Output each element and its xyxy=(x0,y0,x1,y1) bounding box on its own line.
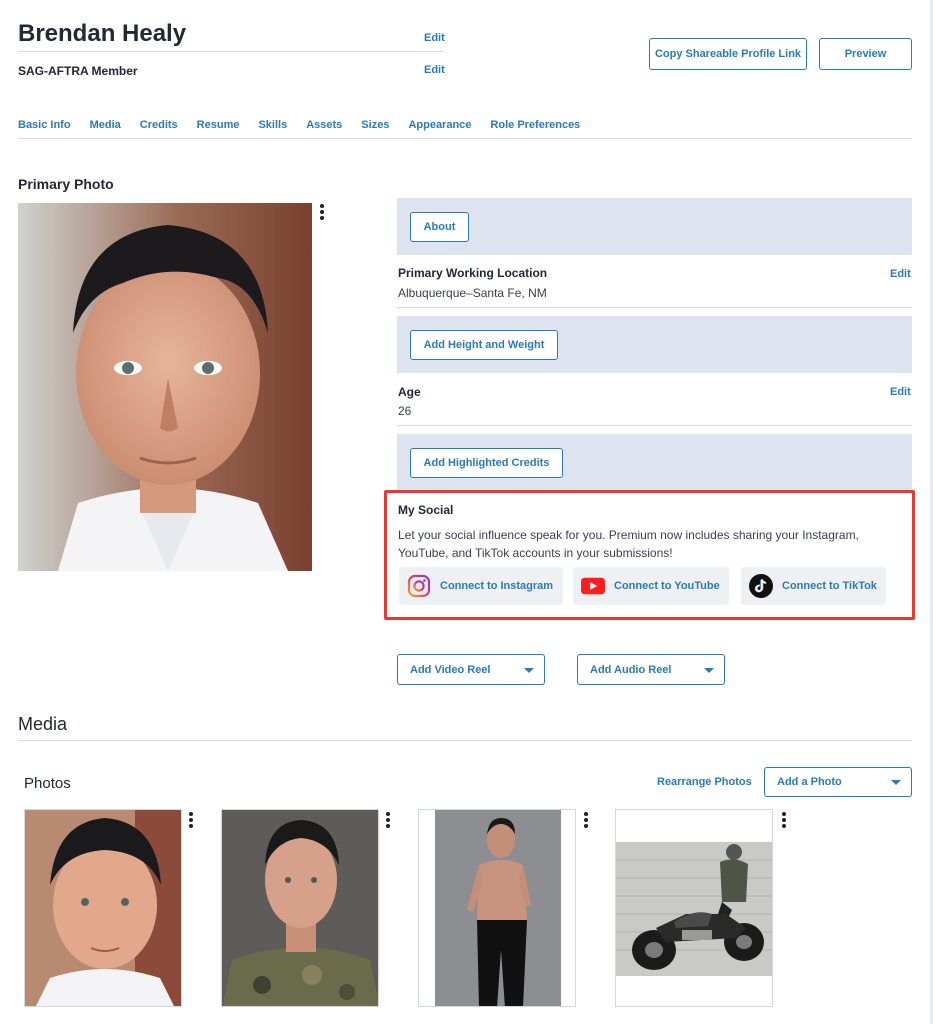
connect-tiktok-button[interactable]: Connect to TikTok xyxy=(741,567,886,605)
location-label: Primary Working Location xyxy=(398,266,548,280)
photo-thumbnail[interactable] xyxy=(24,809,182,1007)
edit-location-link[interactable]: Edit xyxy=(890,268,911,280)
divider xyxy=(397,425,912,426)
photo-thumbnail[interactable] xyxy=(418,809,576,1007)
primary-photo[interactable] xyxy=(18,203,312,571)
photo-thumbnail[interactable] xyxy=(221,809,379,1007)
union-status: SAG-AFTRA Member xyxy=(18,64,138,78)
age-value: 26 xyxy=(398,404,412,418)
tab-skills[interactable]: Skills xyxy=(258,119,287,131)
instagram-icon xyxy=(407,574,431,598)
portrait-thumbnail-image xyxy=(222,810,378,1006)
tab-credits[interactable]: Credits xyxy=(140,119,178,131)
profile-name: Brendan Healy xyxy=(18,20,187,47)
caret-down-icon xyxy=(891,780,901,785)
tiktok-icon xyxy=(749,574,773,598)
add-height-weight-button[interactable]: Add Height and Weight xyxy=(410,330,558,360)
divider xyxy=(397,307,912,308)
add-photo-dropdown[interactable]: Add a Photo xyxy=(764,767,912,797)
add-photo-label: Add a Photo xyxy=(777,776,842,788)
more-vertical-icon[interactable] xyxy=(782,812,786,830)
youtube-icon xyxy=(581,574,605,598)
instagram-label: Connect to Instagram xyxy=(440,580,554,592)
youtube-label: Connect to YouTube xyxy=(614,580,720,592)
tab-sizes[interactable]: Sizes xyxy=(361,119,389,131)
tab-appearance[interactable]: Appearance xyxy=(408,119,471,131)
more-vertical-icon[interactable] xyxy=(584,812,588,830)
caret-down-icon xyxy=(524,667,534,673)
preview-button[interactable]: Preview xyxy=(819,38,912,70)
photo-thumbnail[interactable] xyxy=(615,809,773,1007)
tab-resume[interactable]: Resume xyxy=(197,119,240,131)
my-social-description: Let your social influence speak for you.… xyxy=(398,528,859,560)
location-value: Albuquerque–Santa Fe, NM xyxy=(398,286,547,300)
edit-union-link[interactable]: Edit xyxy=(424,64,445,76)
add-video-reel-label: Add Video Reel xyxy=(410,663,491,676)
tiktok-label: Connect to TikTok xyxy=(782,580,877,592)
about-button[interactable]: About xyxy=(410,212,469,242)
primary-photo-title: Primary Photo xyxy=(18,176,114,192)
photos-title: Photos xyxy=(24,775,71,792)
motorcycle-thumbnail-image xyxy=(616,810,772,1006)
more-vertical-icon[interactable] xyxy=(189,812,193,830)
tab-assets[interactable]: Assets xyxy=(306,119,342,131)
headshot-image xyxy=(18,203,312,571)
divider xyxy=(18,138,912,139)
tab-role-preferences[interactable]: Role Preferences xyxy=(490,119,580,131)
tab-basic-info[interactable]: Basic Info xyxy=(18,119,71,131)
add-video-reel-dropdown[interactable]: Add Video Reel xyxy=(397,654,545,685)
my-social-title: My Social xyxy=(398,503,454,517)
add-highlighted-credits-button[interactable]: Add Highlighted Credits xyxy=(410,448,563,478)
divider xyxy=(18,51,444,52)
profile-tabs: Basic Info Media Credits Resume Skills A… xyxy=(18,119,599,131)
connect-youtube-button[interactable]: Connect to YouTube xyxy=(573,567,729,605)
edit-age-link[interactable]: Edit xyxy=(890,386,911,398)
caret-down-icon xyxy=(704,667,714,673)
edit-name-link[interactable]: Edit xyxy=(424,32,445,44)
headshot-thumbnail-image xyxy=(25,810,181,1006)
more-vertical-icon[interactable] xyxy=(386,812,390,830)
about-panel xyxy=(397,198,912,255)
media-title: Media xyxy=(18,714,68,734)
tab-media[interactable]: Media xyxy=(90,119,121,131)
divider xyxy=(18,740,912,741)
add-audio-reel-label: Add Audio Reel xyxy=(590,663,672,676)
copy-profile-link-button[interactable]: Copy Shareable Profile Link xyxy=(649,38,807,70)
age-label: Age xyxy=(398,385,421,399)
connect-instagram-button[interactable]: Connect to Instagram xyxy=(399,567,563,605)
more-vertical-icon[interactable] xyxy=(320,204,324,222)
rearrange-photos-link[interactable]: Rearrange Photos xyxy=(657,776,752,788)
my-social-section: My Social Let your social influence spea… xyxy=(384,490,915,620)
add-audio-reel-dropdown[interactable]: Add Audio Reel xyxy=(577,654,725,685)
bodyshot-thumbnail-image xyxy=(419,810,575,1006)
